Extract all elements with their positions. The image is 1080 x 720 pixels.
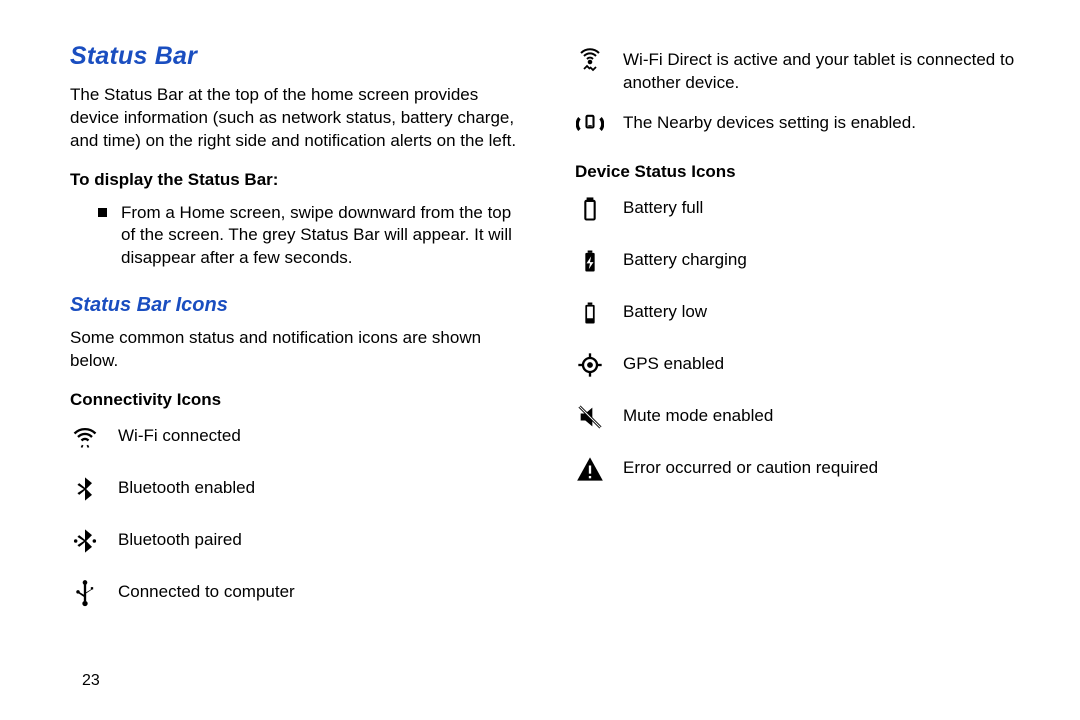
list-item: Bluetooth paired (70, 526, 525, 556)
list-item: GPS enabled (575, 350, 1030, 380)
nearby-devices-icon (575, 109, 605, 139)
icon-label: Mute mode enabled (623, 402, 773, 428)
list-item: Connected to computer (70, 578, 525, 608)
battery-charging-icon (575, 246, 605, 276)
list-item: The Nearby devices setting is enabled. (575, 109, 1030, 139)
list-item: Wi-Fi Direct is active and your tablet i… (575, 46, 1030, 95)
wifi-icon (70, 422, 100, 452)
icon-label: Wi-Fi connected (118, 422, 241, 448)
right-column: Wi-Fi Direct is active and your tablet i… (575, 40, 1030, 630)
icon-label: Battery low (623, 298, 707, 324)
bullet-icon (98, 208, 107, 217)
heading-status-bar: Status Bar (70, 40, 525, 74)
icon-label: Wi-Fi Direct is active and your tablet i… (623, 46, 1030, 95)
left-column: Status Bar The Status Bar at the top of … (70, 40, 525, 630)
heading-connectivity-icons: Connectivity Icons (70, 389, 525, 412)
warning-icon (575, 454, 605, 484)
battery-low-icon (575, 298, 605, 328)
intro-paragraph: The Status Bar at the top of the home sc… (70, 84, 525, 153)
icon-label: The Nearby devices setting is enabled. (623, 109, 916, 135)
heading-device-status-icons: Device Status Icons (575, 161, 1030, 184)
list-item: Wi-Fi connected (70, 422, 525, 452)
icon-label: GPS enabled (623, 350, 724, 376)
wifi-direct-icon (575, 46, 605, 76)
list-item: Battery low (575, 298, 1030, 328)
connectivity-icons-continued: Wi-Fi Direct is active and your tablet i… (575, 46, 1030, 139)
list-item: Battery charging (575, 246, 1030, 276)
icons-intro: Some common status and notification icon… (70, 327, 525, 373)
icon-label: Battery full (623, 194, 703, 220)
icon-label: Error occurred or caution required (623, 454, 878, 480)
usb-icon (70, 578, 100, 608)
bullet-item: From a Home screen, swipe downward from … (98, 202, 525, 271)
connectivity-icons-list: Wi-Fi connected Bluetooth enabled Blu (70, 422, 525, 608)
list-item: Battery full (575, 194, 1030, 224)
gps-icon (575, 350, 605, 380)
icon-label: Bluetooth enabled (118, 474, 255, 500)
heading-display-status-bar: To display the Status Bar: (70, 169, 525, 192)
bluetooth-paired-icon (70, 526, 100, 556)
bluetooth-icon (70, 474, 100, 504)
icon-label: Connected to computer (118, 578, 295, 604)
heading-status-bar-icons: Status Bar Icons (70, 292, 525, 319)
list-item: Error occurred or caution required (575, 454, 1030, 484)
bullet-text: From a Home screen, swipe downward from … (121, 202, 525, 271)
list-item: Mute mode enabled (575, 402, 1030, 432)
device-icons-list: Battery full Battery charging (575, 194, 1030, 484)
list-item: Bluetooth enabled (70, 474, 525, 504)
mute-icon (575, 402, 605, 432)
battery-full-icon (575, 194, 605, 224)
page-number: 23 (82, 670, 100, 692)
icon-label: Battery charging (623, 246, 747, 272)
icon-label: Bluetooth paired (118, 526, 242, 552)
